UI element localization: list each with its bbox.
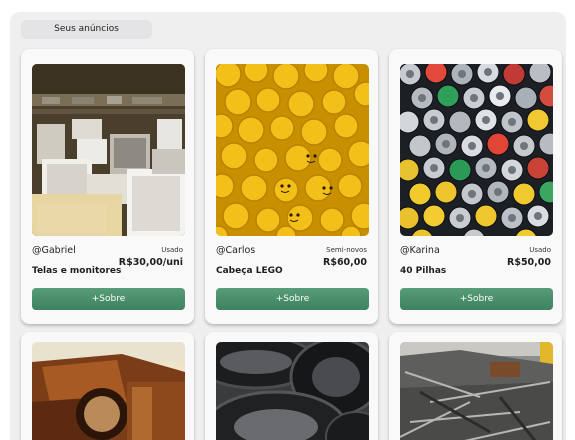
listing-title: Telas e monitores bbox=[32, 266, 122, 276]
listing-user[interactable]: @Gabriel bbox=[32, 245, 76, 256]
listing-card[interactable]: @Karina Usado R$50,00 40 Pilhas +Sobre bbox=[389, 49, 562, 324]
listing-condition: Usado bbox=[529, 246, 551, 254]
section-title: Seus anúncios bbox=[21, 20, 152, 39]
listing-title: Cabeça LEGO bbox=[216, 266, 283, 276]
listing-user[interactable]: @Karina bbox=[400, 245, 440, 256]
more-info-button[interactable]: +Sobre bbox=[400, 288, 553, 310]
listing-price: R$60,00 bbox=[323, 257, 367, 268]
listing-card[interactable]: @Carlos Semi-novos R$60,00 Cabeça LEGO +… bbox=[205, 49, 378, 324]
listing-image-lego[interactable] bbox=[216, 64, 369, 236]
listing-card[interactable]: @Gabriel Usado R$30,00/uni Telas e monit… bbox=[21, 49, 194, 324]
more-info-button[interactable]: +Sobre bbox=[32, 288, 185, 310]
listing-image-rusty-metal[interactable] bbox=[32, 342, 185, 440]
listing-image-scrap-metal[interactable] bbox=[400, 342, 553, 440]
listing-image-tires[interactable] bbox=[216, 342, 369, 440]
listing-user[interactable]: @Carlos bbox=[216, 245, 255, 256]
listing-card[interactable] bbox=[21, 332, 194, 440]
listing-card[interactable] bbox=[205, 332, 378, 440]
listings-panel: Seus anúncios @Gabriel Usado R$30,00/uni… bbox=[10, 12, 566, 440]
listing-price: R$30,00/uni bbox=[118, 257, 183, 268]
listing-condition: Usado bbox=[161, 246, 183, 254]
more-info-button[interactable]: +Sobre bbox=[216, 288, 369, 310]
listing-condition: Semi-novos bbox=[326, 246, 367, 254]
listing-price: R$50,00 bbox=[507, 257, 551, 268]
listing-title: 40 Pilhas bbox=[400, 266, 447, 276]
listing-card[interactable] bbox=[389, 332, 562, 440]
listing-image-monitors[interactable] bbox=[32, 64, 185, 236]
listing-image-batteries[interactable] bbox=[400, 64, 553, 236]
